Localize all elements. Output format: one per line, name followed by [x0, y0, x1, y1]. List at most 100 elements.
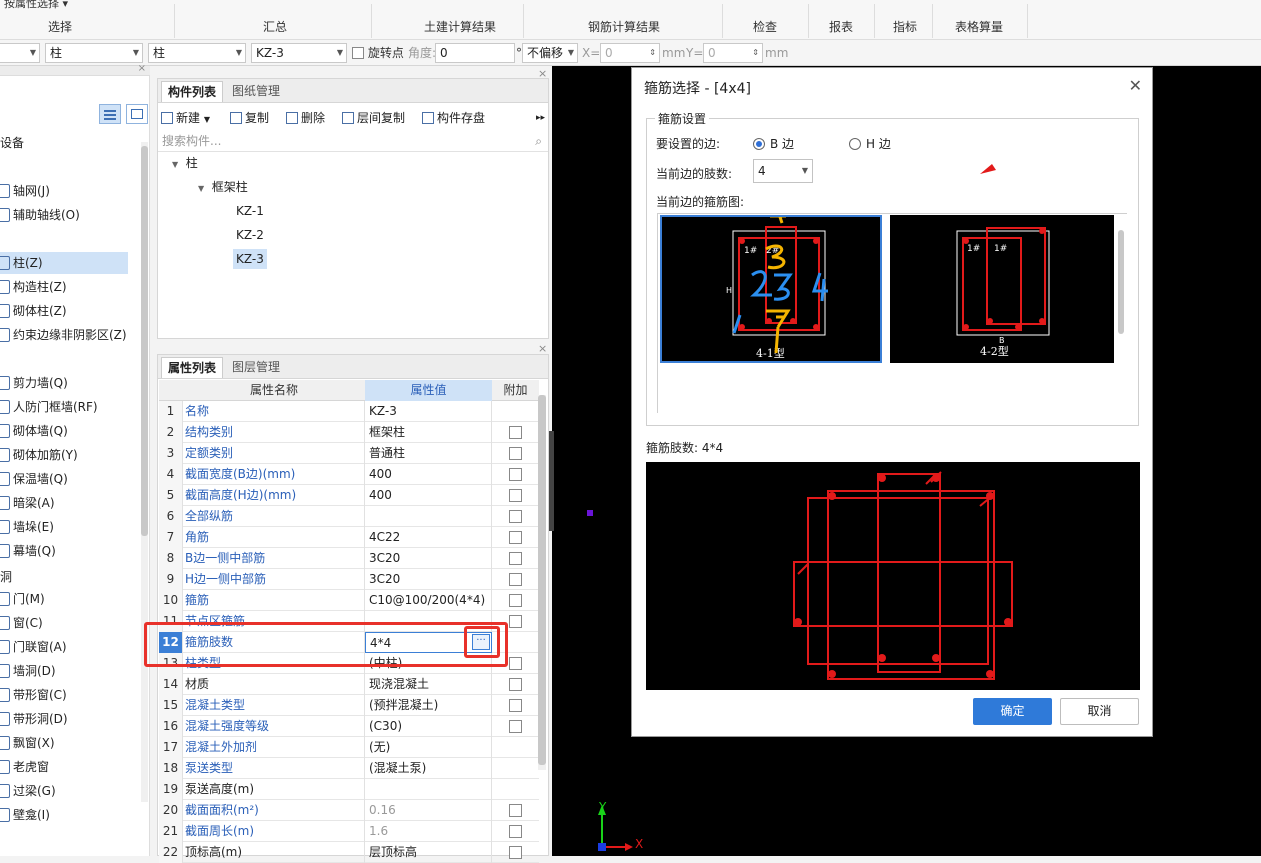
property-value[interactable]: C10@100/200(4*4) [365, 590, 492, 611]
property-value[interactable]: KZ-3 [365, 401, 492, 422]
tab-component-list[interactable]: 构件列表 [161, 81, 224, 102]
table-row[interactable]: 10 箍筋 C10@100/200(4*4) [159, 590, 539, 611]
radio-h-side[interactable]: H 边 [849, 135, 891, 152]
nav-scrollbar[interactable] [141, 142, 148, 802]
extra-checkbox[interactable] [509, 699, 522, 712]
tree-node-frame-column[interactable]: ▼ 框架柱 [198, 177, 248, 199]
sidebar-item-door[interactable]: 门(M) [0, 588, 128, 610]
table-row[interactable]: 3 定额类别 普通柱 [159, 443, 539, 464]
table-row[interactable]: 7 角筋 4C22 [159, 527, 539, 548]
table-row[interactable]: 18 泵送类型 (混凝土泵) [159, 758, 539, 779]
extra-checkbox[interactable] [509, 531, 522, 544]
property-value[interactable]: 现浇混凝土 [365, 674, 492, 695]
sidebar-item-column[interactable]: 柱(Z) [0, 252, 128, 274]
ok-button[interactable]: 确定 [973, 698, 1052, 725]
ribbon-group-summary[interactable]: 汇总 [255, 18, 295, 35]
property-value[interactable]: (C30) [365, 716, 492, 737]
angle-input[interactable]: 0 [435, 43, 515, 63]
tree-item-kz1[interactable]: KZ-1 [236, 201, 264, 221]
ribbon-group-report[interactable]: 报表 [824, 18, 858, 35]
x-offset-input[interactable]: 0 ⇕ [600, 43, 660, 63]
property-value[interactable]: (混凝土泵) [365, 758, 492, 779]
sidebar-item-wall-hole[interactable]: 墙洞(D) [0, 660, 128, 682]
table-row[interactable]: 22 顶标高(m) 层顶标高 [159, 842, 539, 863]
floor-copy-button[interactable]: 层间复制 [342, 107, 405, 129]
sidebar-item-window[interactable]: 窗(C) [0, 612, 128, 634]
ribbon-group-civil-results[interactable]: 土建计算结果 [410, 18, 510, 35]
sidebar-item-insulation-wall[interactable]: 保温墙(Q) [0, 468, 128, 490]
property-value[interactable]: (预拌混凝土) [365, 695, 492, 716]
property-value[interactable]: 层顶标高 [365, 842, 492, 863]
extra-checkbox[interactable] [509, 426, 522, 439]
table-row[interactable]: 9 H边一侧中部筋 3C20 [159, 569, 539, 590]
cancel-button[interactable]: 取消 [1060, 698, 1139, 725]
table-row[interactable]: 19 泵送高度(m) [159, 779, 539, 800]
sidebar-item-strip-window[interactable]: 带形窗(C) [0, 684, 128, 706]
sidebar-item-constraint-edge[interactable]: 约束边缘非阴影区(Z) [0, 324, 128, 346]
sidebar-item-shear-wall[interactable]: 剪力墙(Q) [0, 372, 128, 394]
category-dropdown[interactable]: 柱 ▼ [45, 43, 143, 63]
ribbon-group-index[interactable]: 指标 [888, 18, 922, 35]
table-row[interactable]: 16 混凝土强度等级 (C30) [159, 716, 539, 737]
sidebar-item-civil-door-wall[interactable]: 人防门框墙(RF) [0, 396, 128, 418]
ribbon-group-select[interactable]: 选择 [40, 18, 80, 35]
sidebar-item-wall-pier[interactable]: 墙垛(E) [0, 516, 128, 538]
property-scrollbar[interactable] [538, 395, 546, 770]
delete-button[interactable]: 删除 [286, 107, 325, 129]
tree-item-kz2[interactable]: KZ-2 [236, 225, 264, 245]
property-value[interactable]: 3C20 [365, 548, 492, 569]
property-value[interactable]: 400 [365, 464, 492, 485]
table-row[interactable]: 8 B边一侧中部筋 3C20 [159, 548, 539, 569]
list-view-icon[interactable] [99, 104, 121, 124]
sidebar-item-curtain-wall[interactable]: 幕墙(Q) [0, 540, 128, 562]
sidebar-item-hidden-beam[interactable]: 暗梁(A) [0, 492, 128, 514]
stirrup-option-4-2[interactable]: 1# 1# B 4-2型 [890, 215, 1114, 363]
new-button[interactable]: 新建 ▼ [161, 107, 210, 129]
table-row[interactable]: 21 截面周长(m) 1.6 [159, 821, 539, 842]
radio-b-side[interactable]: B 边 [753, 135, 794, 152]
table-row[interactable]: 5 截面高度(H边)(mm) 400 [159, 485, 539, 506]
extra-checkbox[interactable] [509, 573, 522, 586]
ribbon-group-rebar-results[interactable]: 钢筋计算结果 [574, 18, 674, 35]
sidebar-item-masonry-column[interactable]: 砌体柱(Z) [0, 300, 128, 322]
sidebar-item-lintel[interactable]: 过梁(G) [0, 780, 128, 802]
close-icon[interactable]: × [138, 63, 146, 74]
table-row[interactable]: 2 结构类别 框架柱 [159, 422, 539, 443]
copy-button[interactable]: 复制 [230, 107, 269, 129]
sidebar-item-masonry-wall[interactable]: 砌体墙(Q) [0, 420, 128, 442]
ribbon-group-check[interactable]: 检查 [748, 18, 782, 35]
type-dropdown[interactable]: 柱 ▼ [148, 43, 246, 63]
extra-checkbox[interactable] [509, 552, 522, 565]
extra-checkbox[interactable] [509, 468, 522, 481]
table-row[interactable]: 6 全部纵筋 [159, 506, 539, 527]
property-value[interactable]: 普通柱 [365, 443, 492, 464]
table-row[interactable]: 14 材质 现浇混凝土 [159, 674, 539, 695]
tree-item-kz3[interactable]: KZ-3 [233, 249, 267, 269]
sidebar-item-masonry-rebar[interactable]: 砌体加筋(Y) [0, 444, 128, 466]
save-component-button[interactable]: 构件存盘 [422, 107, 485, 129]
legs-dropdown[interactable]: 4 ▼ [753, 159, 813, 183]
sidebar-item-dormer[interactable]: 老虎窗 [0, 756, 128, 778]
extra-checkbox[interactable] [509, 846, 522, 859]
table-row[interactable]: 15 混凝土类型 (预拌混凝土) [159, 695, 539, 716]
floor-dropdown[interactable]: ▼ [0, 43, 40, 63]
sidebar-item-axis-grid[interactable]: 轴网(J) [0, 180, 128, 202]
ribbon-group-table-calc[interactable]: 表格算量 [944, 18, 1014, 35]
offset-dropdown[interactable]: 不偏移 ▼ [522, 43, 578, 63]
splitter-handle[interactable] [549, 431, 554, 531]
extra-checkbox[interactable] [509, 447, 522, 460]
more-icon[interactable]: ▸▸ [536, 107, 545, 129]
property-value[interactable]: (无) [365, 737, 492, 758]
close-icon[interactable]: ✕ [1129, 76, 1142, 95]
table-row[interactable]: 1 名称 KZ-3 [159, 401, 539, 422]
tree-node-column[interactable]: ▼ 柱 [172, 153, 198, 175]
table-row[interactable]: 4 截面宽度(B边)(mm) 400 [159, 464, 539, 485]
sidebar-item-aux-axis[interactable]: 辅助轴线(O) [0, 204, 128, 226]
stirrup-option-4-1[interactable]: 1# 2# H 4-1型 [660, 210, 882, 363]
extra-checkbox[interactable] [509, 657, 522, 670]
tab-drawing-management[interactable]: 图纸管理 [226, 81, 286, 102]
sidebar-item-strip-hole[interactable]: 带形洞(D) [0, 708, 128, 730]
extra-checkbox[interactable] [509, 804, 522, 817]
sidebar-item-bay-window[interactable]: 飘窗(X) [0, 732, 128, 754]
extra-checkbox[interactable] [509, 678, 522, 691]
